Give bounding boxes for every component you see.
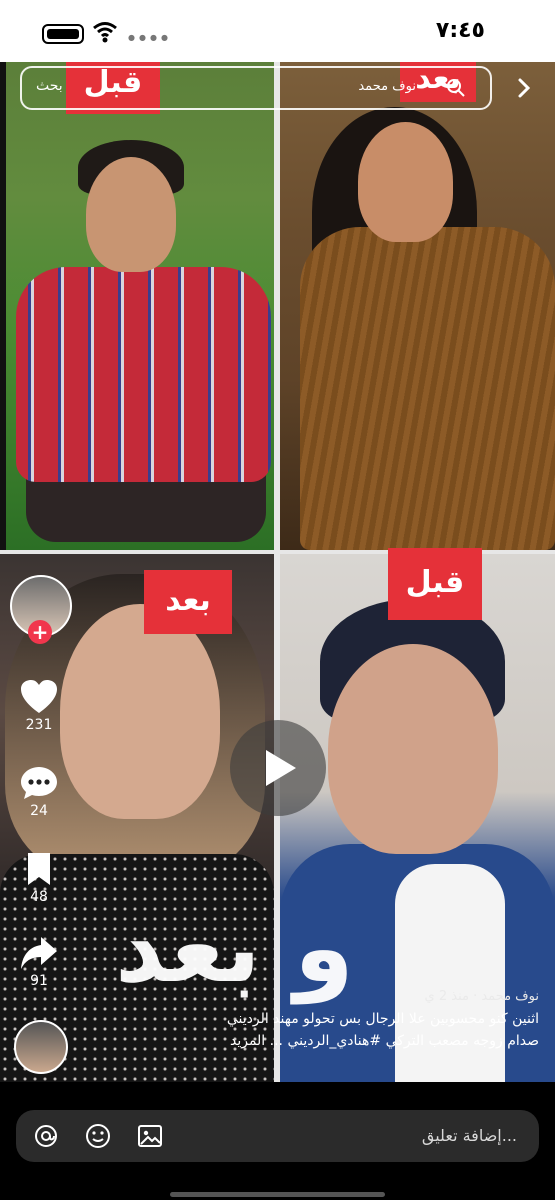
bookmark-icon <box>28 853 50 885</box>
caption-line-2[interactable]: صدام زوجه مصعب التركي #هنادي_الرديني ...… <box>184 1030 539 1052</box>
like-count: 231 <box>25 717 53 733</box>
photo-after-top <box>280 62 555 550</box>
home-indicator <box>170 1192 385 1197</box>
at-mention-icon[interactable] <box>32 1122 60 1150</box>
wifi-icon <box>93 22 117 43</box>
search-query[interactable]: نوف محمد <box>358 79 416 94</box>
sound-avatar[interactable] <box>14 1020 68 1074</box>
share-button[interactable]: 91 <box>10 935 68 989</box>
search-bar[interactable]: بحث نوف محمد <box>20 66 492 110</box>
like-button[interactable]: 231 <box>10 679 68 733</box>
play-icon <box>266 750 296 786</box>
share-arrow-icon <box>21 937 57 969</box>
comment-placeholder: إضافة تعليق... <box>421 1126 517 1145</box>
chevron-right-icon[interactable] <box>510 74 538 102</box>
caption-before-bottom: قبل <box>388 548 482 620</box>
share-count: 91 <box>30 973 48 989</box>
battery-icon <box>42 24 84 44</box>
comment-button[interactable]: 24 <box>10 765 68 819</box>
image-icon[interactable] <box>136 1122 164 1150</box>
status-time: ٧:٤٥ <box>435 18 485 43</box>
comment-input[interactable]: إضافة تعليق... <box>16 1110 539 1162</box>
comment-count: 24 <box>30 803 48 819</box>
post-time: منذ 2 ي <box>424 989 469 1004</box>
author-line: نوف محمد · منذ 2 ي <box>424 989 539 1004</box>
save-button[interactable]: 48 <box>10 851 68 905</box>
caption-after-bottom: بعد <box>144 570 232 634</box>
emoji-icon[interactable] <box>84 1122 112 1150</box>
search-button[interactable]: بحث <box>36 78 63 94</box>
save-count: 48 <box>30 889 48 905</box>
play-button[interactable] <box>230 720 326 816</box>
follow-button[interactable]: + <box>28 620 52 644</box>
search-icon <box>447 79 465 97</box>
heart-icon <box>21 680 57 713</box>
comment-bubble-icon <box>21 767 57 799</box>
caption-line-1: اثنين كنو محسوبين علا الرجال بس تحولو مه… <box>226 1011 539 1027</box>
signal-icon: ●●●● <box>128 33 172 42</box>
author-name[interactable]: نوف محمد <box>481 989 539 1004</box>
comment-area: إضافة تعليق... <box>0 1082 555 1200</box>
post-caption: نوف محمد · منذ 2 ي اثنين كنو محسوبين علا… <box>184 986 539 1052</box>
video-player[interactable]: قبل بعد بعد قبل و بعد <box>0 62 555 1082</box>
status-bar: ●●●● ٧:٤٥ <box>0 0 555 62</box>
photo-before-top <box>6 62 274 550</box>
